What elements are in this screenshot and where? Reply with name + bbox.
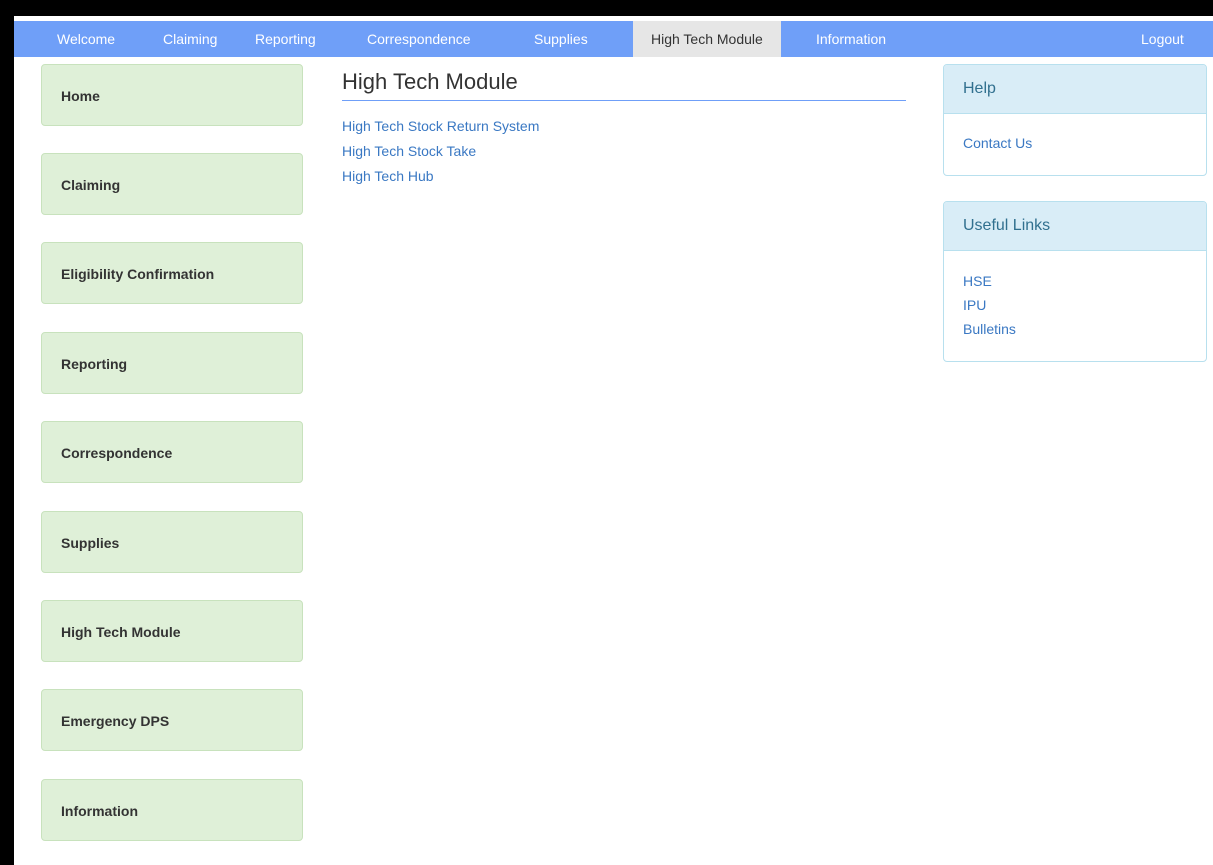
nav-high-tech-module[interactable]: High Tech Module [633, 21, 781, 57]
link-high-tech-hub[interactable]: High Tech Hub [342, 168, 434, 184]
link-bulletins[interactable]: Bulletins [963, 321, 1016, 337]
nav-claiming[interactable]: Claiming [163, 21, 217, 57]
nav-welcome[interactable]: Welcome [57, 21, 115, 57]
link-ipu[interactable]: IPU [963, 297, 986, 313]
link-contact-us[interactable]: Contact Us [963, 135, 1032, 151]
sidebar-item-supplies[interactable]: Supplies [41, 511, 303, 573]
top-nav: Welcome Claiming Reporting Correspondenc… [14, 21, 1213, 57]
sidebar-item-home[interactable]: Home [41, 64, 303, 126]
page: Welcome Claiming Reporting Correspondenc… [14, 16, 1213, 865]
sidebar-item-eligibility-confirmation[interactable]: Eligibility Confirmation [41, 242, 303, 304]
nav-supplies[interactable]: Supplies [534, 21, 588, 57]
help-panel: Help Contact Us [943, 64, 1207, 176]
help-panel-title: Help [944, 65, 1206, 114]
link-high-tech-stock-return-system[interactable]: High Tech Stock Return System [342, 118, 539, 134]
nav-correspondence[interactable]: Correspondence [367, 21, 471, 57]
nav-reporting[interactable]: Reporting [255, 21, 316, 57]
sidebar-item-reporting[interactable]: Reporting [41, 332, 303, 394]
useful-links-panel: Useful Links HSE IPU Bulletins [943, 201, 1207, 362]
nav-logout[interactable]: Logout [1141, 21, 1184, 57]
page-title: High Tech Module [342, 69, 518, 94]
sidebar-item-information[interactable]: Information [41, 779, 303, 841]
sidebar-item-high-tech-module[interactable]: High Tech Module [41, 600, 303, 662]
sidebar-item-emergency-dps[interactable]: Emergency DPS [41, 689, 303, 751]
link-high-tech-stock-take[interactable]: High Tech Stock Take [342, 143, 476, 159]
useful-links-panel-title: Useful Links [944, 202, 1206, 251]
title-divider [342, 100, 906, 101]
nav-information[interactable]: Information [816, 21, 886, 57]
sidebar-item-correspondence[interactable]: Correspondence [41, 421, 303, 483]
link-hse[interactable]: HSE [963, 273, 992, 289]
sidebar-item-claiming[interactable]: Claiming [41, 153, 303, 215]
